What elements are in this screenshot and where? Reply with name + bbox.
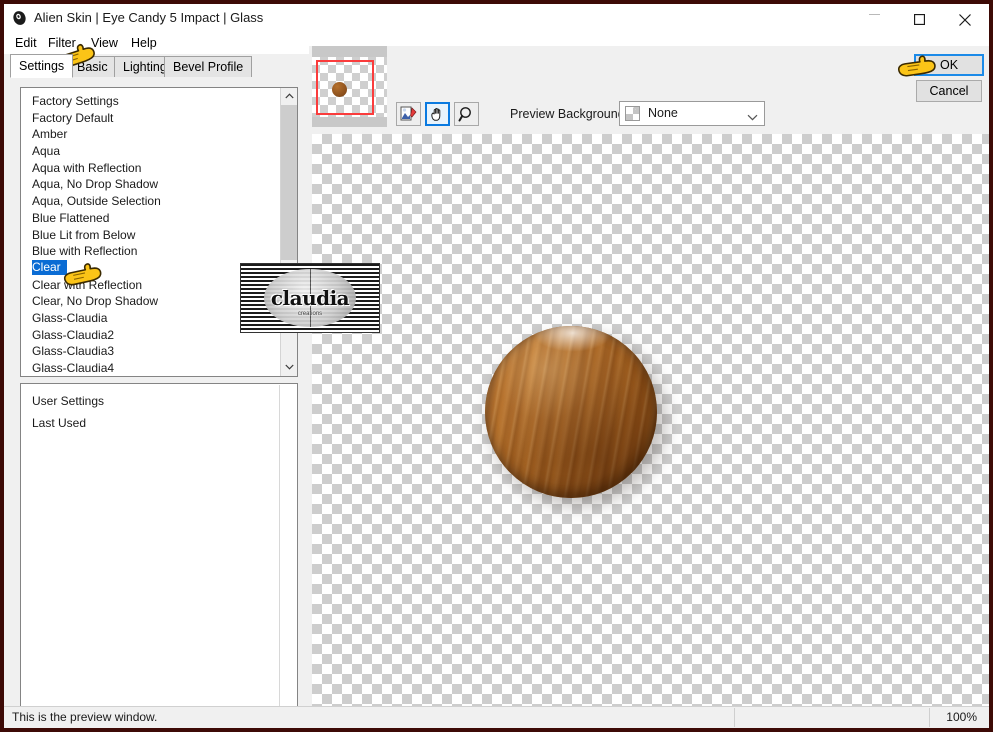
claudia-watermark: claudia creations <box>240 263 380 333</box>
glass-sphere-preview <box>485 326 657 498</box>
transparent-checker-swatch-icon <box>625 106 640 121</box>
application-window: Alien Skin | Eye Candy 5 Impact | Glass … <box>0 0 993 732</box>
list-item-selected[interactable]: Clear <box>32 259 67 275</box>
watermark-subtext: creations <box>297 311 323 317</box>
chevron-down-icon[interactable] <box>281 359 297 376</box>
thumbnail-viewport-rect[interactable] <box>316 60 374 115</box>
tab-basic[interactable]: Basic <box>68 56 117 77</box>
cancel-button[interactable]: Cancel <box>916 80 982 102</box>
list-item[interactable]: Blue Flattened <box>21 210 279 227</box>
hand-pan-tool-button[interactable] <box>425 102 450 126</box>
list-item[interactable]: Amber <box>21 126 279 143</box>
menu-item-help[interactable]: Help <box>126 35 162 51</box>
status-separator <box>929 708 930 727</box>
list-item[interactable]: User Settings <box>21 390 297 412</box>
list-item[interactable]: Aqua, Outside Selection <box>21 193 279 210</box>
status-separator <box>734 708 735 727</box>
menu-item-edit[interactable]: Edit <box>10 35 42 51</box>
settings-panel: Factory Settings Factory Default Amber A… <box>4 78 309 728</box>
sphere-bevel-rim <box>485 326 657 498</box>
preview-canvas[interactable] <box>312 134 989 709</box>
factory-settings-list-items: Factory Settings Factory Default Amber A… <box>21 88 279 376</box>
alien-skin-logo-icon <box>12 10 28 26</box>
chevron-down-icon[interactable] <box>747 110 758 124</box>
scrollbar-thumb[interactable] <box>281 105 297 260</box>
preview-background-label: Preview Background: <box>510 107 629 121</box>
image-eyedropper-tool-button[interactable] <box>396 102 421 126</box>
menu-item-view[interactable]: View <box>86 35 123 51</box>
list-item[interactable]: Last Used <box>21 412 297 434</box>
zoom-level: 100% <box>946 710 977 724</box>
watermark-text: claudia <box>270 286 350 310</box>
preview-background-select[interactable]: None <box>619 101 765 126</box>
list-item[interactable]: Blue Lit from Below <box>21 227 279 244</box>
list-item[interactable]: Glass-Claudia4 <box>21 360 279 376</box>
user-settings-list-items: User Settings Last Used <box>21 384 297 434</box>
list-item[interactable]: Aqua with Reflection <box>21 160 279 177</box>
close-button[interactable] <box>942 4 987 31</box>
menu-item-filter[interactable]: Filter <box>43 35 81 51</box>
factory-settings-list[interactable]: Factory Settings Factory Default Amber A… <box>20 87 298 377</box>
minimize-button[interactable] <box>852 4 897 31</box>
list-item[interactable]: Blue with Reflection <box>21 243 279 260</box>
tab-settings[interactable]: Settings <box>10 54 74 78</box>
ok-button[interactable]: OK <box>914 54 984 76</box>
status-message: This is the preview window. <box>12 710 158 724</box>
preview-area: Preview Background: None <box>309 46 989 715</box>
title-bar: Alien Skin | Eye Candy 5 Impact | Glass <box>4 4 989 33</box>
magnifier-zoom-tool-button[interactable] <box>454 102 479 126</box>
chevron-up-icon[interactable] <box>281 88 297 105</box>
window-title: Alien Skin | Eye Candy 5 Impact | Glass <box>34 10 264 25</box>
user-settings-list[interactable]: User Settings Last Used <box>20 383 298 728</box>
list-item[interactable]: Factory Settings <box>21 93 279 110</box>
list-item[interactable]: Aqua, No Drop Shadow <box>21 176 279 193</box>
user-list-divider <box>279 385 280 728</box>
navigator-thumbnail[interactable] <box>312 46 387 127</box>
list-item[interactable]: Factory Default <box>21 110 279 127</box>
maximize-button[interactable] <box>897 4 942 31</box>
list-item[interactable]: Aqua <box>21 143 279 160</box>
list-item[interactable]: Glass-Claudia3 <box>21 343 279 360</box>
tab-bevel-profile[interactable]: Bevel Profile <box>164 56 253 77</box>
status-bar: This is the preview window. 100% <box>4 706 989 728</box>
preview-background-value: None <box>648 106 678 120</box>
